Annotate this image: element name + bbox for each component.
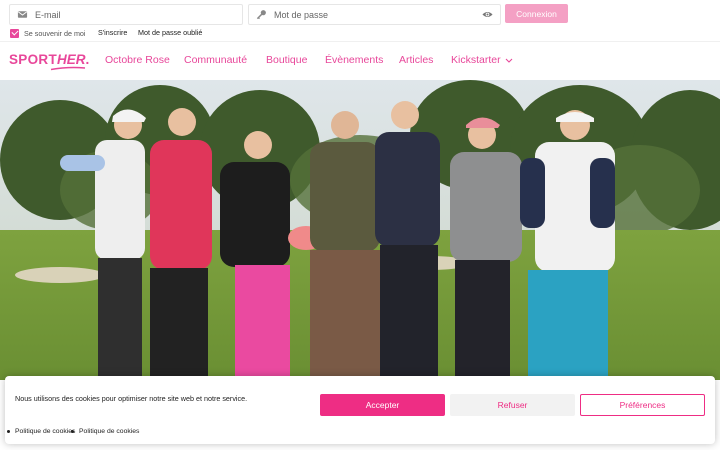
bullet-icon — [7, 430, 10, 433]
envelope-icon — [17, 11, 28, 18]
signup-link[interactable]: S'inscrire — [98, 28, 127, 37]
chevron-down-icon — [505, 58, 512, 63]
refuse-cookies-button[interactable]: Refuser — [450, 394, 575, 416]
login-bar: Connexion Se souvenir de moi S'inscrire … — [0, 0, 720, 41]
nav-item-boutique[interactable]: Boutique — [266, 54, 307, 66]
key-icon — [256, 10, 266, 20]
email-field[interactable] — [9, 4, 243, 25]
cookie-policy-label-2: Politique de cookies — [79, 428, 140, 435]
checkbox-icon[interactable] — [10, 28, 19, 38]
nav-item-octobre-rose[interactable]: Octobre Rose — [105, 54, 170, 66]
email-input[interactable] — [35, 5, 235, 24]
remember-me[interactable]: Se souvenir de moi — [10, 28, 86, 38]
cookie-preferences-button[interactable]: Préférences — [580, 394, 705, 416]
remember-label: Se souvenir de moi — [24, 28, 86, 38]
nav-item-kickstarter-label: Kickstarter — [451, 54, 501, 66]
nav-item-articles[interactable]: Articles — [399, 54, 433, 66]
logo-swoosh — [50, 66, 86, 71]
cookie-banner: Nous utilisons des cookies pour optimise… — [5, 376, 715, 444]
cookie-policy-label: Politique de cookies — [15, 428, 76, 435]
password-input[interactable] — [274, 5, 474, 24]
bullet-icon — [71, 430, 74, 433]
password-field[interactable] — [248, 4, 501, 25]
nav-item-communaute[interactable]: Communauté — [184, 54, 247, 66]
forgot-password-link[interactable]: Mot de passe oublié — [138, 28, 202, 37]
hero-image — [0, 80, 720, 380]
logo-period: . — [85, 52, 90, 67]
accept-cookies-button[interactable]: Accepter — [320, 394, 445, 416]
main-nav: SPORTHER. Octobre Rose Communauté Boutiq… — [0, 41, 720, 80]
hero-photo-golf-group — [0, 80, 720, 380]
cookie-policy-link-2[interactable]: Politique de cookies — [71, 428, 139, 435]
cookie-message: Nous utilisons des cookies pour optimise… — [15, 394, 248, 403]
nav-item-kickstarter[interactable]: Kickstarter — [451, 54, 513, 66]
cookie-policy-link[interactable]: Politique de cookies — [7, 428, 75, 435]
nav-item-evenements[interactable]: Évènements — [325, 54, 383, 66]
sporther-logo[interactable]: SPORTHER. — [9, 51, 90, 71]
eye-icon[interactable] — [482, 10, 493, 19]
login-button[interactable]: Connexion — [505, 4, 568, 23]
logo-text-her: HER — [57, 52, 86, 67]
logo-text-sport: SPORT — [9, 52, 58, 67]
